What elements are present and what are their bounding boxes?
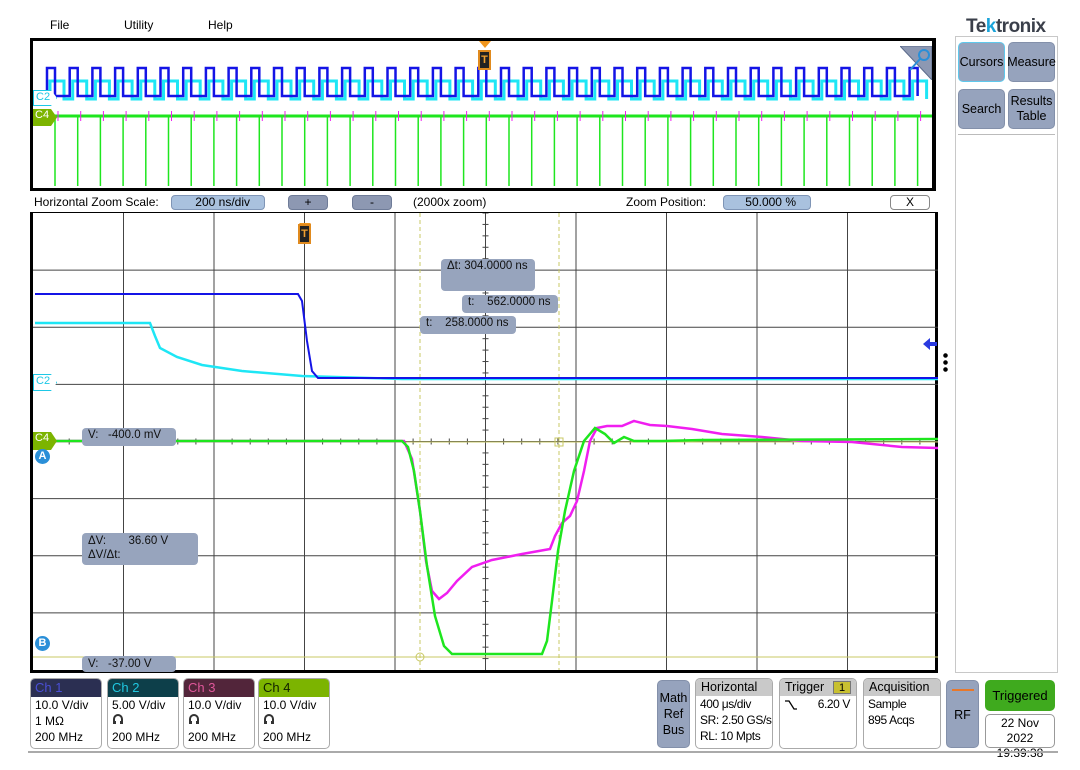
acquisition-title: Acquisition (864, 679, 940, 696)
channel-scale: 10.0 V/div (188, 698, 242, 712)
falling-edge-icon (785, 700, 797, 710)
zoom-scale-field[interactable]: 200 ns/div (171, 195, 265, 210)
math-ref-bus-button[interactable]: Math Ref Bus (657, 680, 690, 748)
channel-bandwidth: 200 MHz (112, 730, 161, 744)
channel-3-badge[interactable]: Ch 3 10.0 V/div 200 MHz (183, 678, 255, 749)
tektronix-logo: Tektronix (966, 16, 1046, 37)
acquisition-mode: Sample (868, 697, 907, 711)
trigger-source-badge: 1 (833, 681, 851, 694)
results-table-button[interactable]: Results Table (1008, 89, 1055, 129)
menu-help[interactable]: Help (208, 18, 233, 32)
probe-icon (259, 713, 329, 729)
channel-name: Ch 1 (31, 679, 101, 697)
time: 19:39:38 (996, 746, 1044, 760)
channel-name: Ch 4 (259, 679, 329, 697)
channel-scale: 5.00 V/div (112, 698, 166, 712)
rf-label: RF (954, 708, 971, 722)
cursor-b-badge[interactable]: B (35, 636, 50, 651)
menu-utility[interactable]: Utility (124, 18, 153, 32)
channel-bandwidth: 200 MHz (35, 730, 84, 744)
channel-scale: 10.0 V/div (35, 698, 89, 712)
zoom-in-button[interactable]: + (288, 195, 328, 210)
zoom-scale-label: Horizontal Zoom Scale: (34, 195, 159, 209)
menu-file[interactable]: File (50, 18, 69, 32)
delta-t-readout[interactable]: Δt: 304.0000 ns (441, 259, 535, 291)
date-time-display[interactable]: 22 Nov 2022 19:39:38 (985, 714, 1055, 760)
channel-2-badge[interactable]: Ch 2 5.00 V/div 200 MHz (107, 678, 179, 749)
zoom-bar: Horizontal Zoom Scale: 200 ns/div + - (2… (30, 193, 936, 212)
zoom-factor: (2000x zoom) (413, 195, 487, 209)
cursor2-time-readout[interactable]: t: 562.0000 ns (462, 295, 558, 313)
sample-rate: SR: 2.50 GS/s (700, 713, 772, 727)
overview-waveform-display[interactable]: C2 C4 T (30, 38, 936, 191)
trigger-status-button[interactable]: Triggered (985, 680, 1055, 711)
overview-trigger-arrow-icon (479, 41, 491, 48)
right-panel: Cursors Measure Search Results Table (955, 36, 1058, 673)
acquisition-count: 895 Acqs (868, 713, 915, 727)
zoom-out-button[interactable]: - (352, 195, 392, 210)
horizontal-scale: 400 μs/div (700, 697, 751, 711)
zoom-close-button[interactable]: X (890, 195, 930, 210)
math-label: Math (659, 691, 688, 705)
cursor-a-voltage-readout[interactable]: V: -400.0 mV (82, 428, 176, 446)
trigger-title: Trigger 1 (780, 679, 856, 696)
delta-v-dt-label: ΔV/Δt: (88, 549, 121, 561)
horizontal-badge[interactable]: Horizontal 400 μs/div SR: 2.50 GS/s RL: … (695, 678, 773, 749)
trigger-level-row: 6.20 V (780, 696, 856, 712)
delta-v-readout[interactable]: ΔV: 36.60 V ΔV/Δt: (82, 533, 198, 565)
horizontal-title: Horizontal (696, 679, 772, 696)
zoom-waveform-display[interactable]: T Δt: 304.0000 ns t: 562.0000 ns t: 258.… (30, 212, 938, 673)
cursor1-time-readout[interactable]: t: 258.0000 ns (420, 316, 516, 334)
zoom-position-label: Zoom Position: (626, 195, 707, 209)
delta-v-value: ΔV: 36.60 V (88, 535, 169, 547)
cursor-a-badge[interactable]: A (35, 449, 50, 464)
probe-icon (184, 713, 254, 729)
channel-bandwidth: 200 MHz (263, 730, 312, 744)
search-button[interactable]: Search (958, 89, 1005, 129)
rf-indicator (952, 689, 974, 691)
channel-4-badge[interactable]: Ch 4 10.0 V/div 200 MHz (258, 678, 330, 749)
bottom-divider (28, 751, 1058, 753)
channel-1-badge[interactable]: Ch 1 10.0 V/div 1 MΩ 200 MHz (30, 678, 102, 749)
trigger-title-text: Trigger (785, 680, 825, 694)
channel-bandwidth: 200 MHz (188, 730, 237, 744)
results-table-label-1: Results (1010, 94, 1053, 108)
overview-trigger-marker[interactable]: T (478, 50, 491, 70)
acquisition-badge[interactable]: Acquisition Sample 895 Acqs (863, 678, 941, 749)
bus-label: Bus (662, 723, 685, 737)
channel-scale: 10.0 V/div (263, 698, 317, 712)
ref-label: Ref (663, 707, 684, 721)
record-length: RL: 10 Mpts (700, 729, 761, 743)
trigger-badge[interactable]: Trigger 1 6.20 V (779, 678, 857, 749)
zoom-box-icon[interactable] (900, 46, 932, 80)
cursor-b-voltage-readout[interactable]: V: -37.00 V (82, 656, 176, 672)
more-options-dots-icon[interactable] (943, 352, 948, 374)
rf-button[interactable]: RF (946, 680, 979, 748)
trigger-level: 6.20 V (817, 697, 851, 711)
channel-name: Ch 2 (108, 679, 178, 697)
probe-icon (108, 713, 178, 729)
results-table-label-2: Table (1016, 109, 1047, 123)
right-panel-divider (958, 134, 1055, 135)
ch1-offscreen-arrow-icon[interactable] (923, 337, 937, 351)
zoom-position-field[interactable]: 50.000 % (723, 195, 811, 210)
measure-button[interactable]: Measure (1007, 42, 1056, 82)
trigger-position-marker[interactable]: T (298, 224, 311, 244)
channel-coupling: 1 MΩ (35, 714, 64, 728)
cursors-button[interactable]: Cursors (958, 42, 1005, 82)
channel-name: Ch 3 (184, 679, 254, 697)
date: 22 Nov 2022 (1000, 716, 1040, 745)
